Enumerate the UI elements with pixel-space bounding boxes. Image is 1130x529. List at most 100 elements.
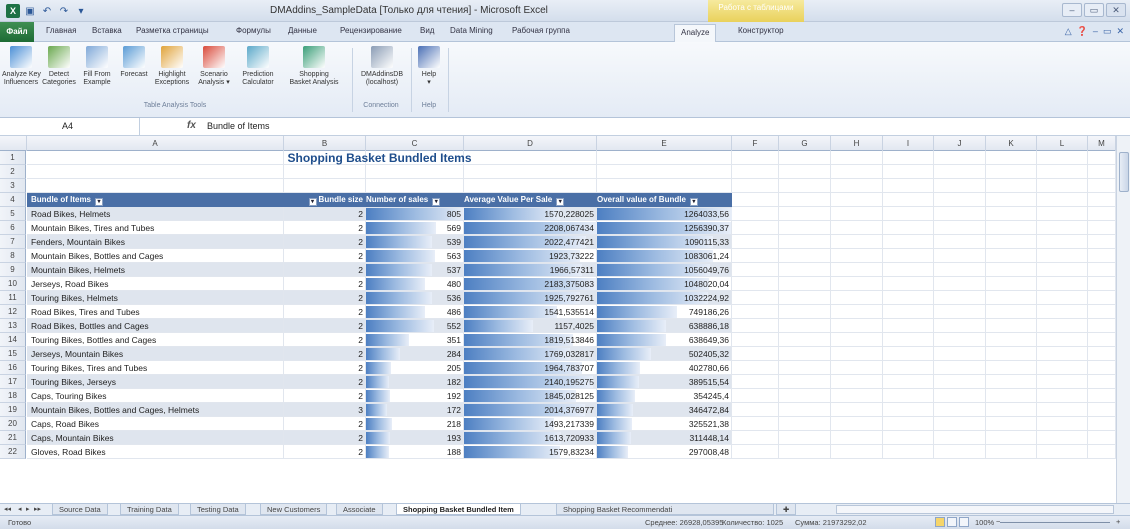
cell[interactable]: [831, 375, 883, 389]
doc-minimize-icon[interactable]: –: [1093, 26, 1098, 37]
cell[interactable]: [986, 277, 1037, 291]
table-cell-average[interactable]: 2140,195275: [464, 375, 597, 389]
cell[interactable]: [986, 319, 1037, 333]
table-cell-overall[interactable]: 638649,36: [597, 333, 732, 347]
cell[interactable]: [1037, 235, 1088, 249]
table-cell-sales[interactable]: 218: [366, 417, 464, 431]
cell[interactable]: [934, 389, 986, 403]
cell[interactable]: [1037, 361, 1088, 375]
cell[interactable]: [986, 165, 1037, 179]
cell[interactable]: [934, 305, 986, 319]
page-layout-view-icon[interactable]: [947, 517, 957, 527]
sheet-tab[interactable]: Associate: [336, 504, 383, 515]
cell[interactable]: [831, 431, 883, 445]
column-header-e[interactable]: E: [597, 136, 732, 151]
cell[interactable]: [883, 221, 934, 235]
restore-button[interactable]: ▭: [1084, 3, 1104, 17]
table-cell-average[interactable]: 1923,73222: [464, 249, 597, 263]
table-cell-size[interactable]: 2: [284, 347, 366, 361]
new-sheet-icon[interactable]: ✚: [776, 504, 797, 515]
minimize-ribbon-icon[interactable]: △: [1065, 26, 1072, 37]
cell[interactable]: [986, 151, 1037, 165]
cell[interactable]: [986, 333, 1037, 347]
cell[interactable]: [831, 207, 883, 221]
cell[interactable]: [831, 333, 883, 347]
cell[interactable]: [831, 249, 883, 263]
table-cell-bundle[interactable]: Touring Bikes, Bottles and Cages: [27, 333, 284, 347]
cell[interactable]: [934, 417, 986, 431]
cell[interactable]: [1037, 333, 1088, 347]
cell[interactable]: [934, 361, 986, 375]
tab-page-layout[interactable]: Разметка страницы: [136, 26, 209, 35]
row-header[interactable]: 6: [0, 221, 26, 235]
column-header-l[interactable]: L: [1037, 136, 1088, 151]
cell[interactable]: [1088, 291, 1116, 305]
sheet-tab[interactable]: Training Data: [120, 504, 179, 515]
table-cell-average[interactable]: 1845,028125: [464, 389, 597, 403]
table-cell-size[interactable]: 2: [284, 263, 366, 277]
table-cell-sales[interactable]: 537: [366, 263, 464, 277]
cell[interactable]: [732, 291, 779, 305]
column-header-m[interactable]: M: [1088, 136, 1116, 151]
row-header[interactable]: 21: [0, 431, 26, 445]
cell[interactable]: [883, 403, 934, 417]
table-cell-bundle[interactable]: Mountain Bikes, Helmets: [27, 263, 284, 277]
table-cell-size[interactable]: 2: [284, 417, 366, 431]
table-cell-size[interactable]: 2: [284, 445, 366, 459]
column-header-i[interactable]: I: [883, 136, 934, 151]
zoom-level[interactable]: 100%: [975, 518, 994, 527]
table-cell-size[interactable]: 2: [284, 389, 366, 403]
cell[interactable]: [831, 305, 883, 319]
row-header[interactable]: 20: [0, 417, 26, 431]
cell[interactable]: [934, 207, 986, 221]
cell[interactable]: [883, 179, 934, 193]
cell[interactable]: [831, 235, 883, 249]
help-icon[interactable]: ❓: [1077, 26, 1088, 37]
column-header-d[interactable]: D: [464, 136, 597, 151]
worksheet-grid[interactable]: A B C D E F G H I J K L M 1 Shopping Bask…: [0, 136, 1130, 503]
cell[interactable]: [986, 389, 1037, 403]
page-break-view-icon[interactable]: [959, 517, 969, 527]
cell[interactable]: [883, 263, 934, 277]
cell[interactable]: [831, 319, 883, 333]
cell[interactable]: [883, 291, 934, 305]
connection-button[interactable]: DMAddinsDB (localhost): [356, 46, 408, 87]
cell[interactable]: [883, 375, 934, 389]
cell[interactable]: [1037, 445, 1088, 459]
table-cell-overall[interactable]: 1032224,92: [597, 291, 732, 305]
table-cell-overall[interactable]: 297008,48: [597, 445, 732, 459]
table-cell-bundle[interactable]: Mountain Bikes, Bottles and Cages, Helme…: [27, 403, 284, 417]
table-header-cell[interactable]: ▾ Bundle size: [284, 193, 366, 207]
cell[interactable]: [732, 417, 779, 431]
table-cell-average[interactable]: 1966,57311: [464, 263, 597, 277]
cell[interactable]: [1088, 417, 1116, 431]
table-cell-average[interactable]: 1157,4025: [464, 319, 597, 333]
close-button[interactable]: ✕: [1106, 3, 1126, 17]
cell[interactable]: [732, 375, 779, 389]
cell[interactable]: [986, 431, 1037, 445]
cell[interactable]: [831, 445, 883, 459]
row-header[interactable]: 12: [0, 305, 26, 319]
cell[interactable]: [934, 277, 986, 291]
table-cell-size[interactable]: 2: [284, 291, 366, 305]
formula-input[interactable]: Bundle of Items: [207, 121, 270, 131]
cell[interactable]: [1088, 249, 1116, 263]
cell[interactable]: [883, 277, 934, 291]
cell[interactable]: [779, 193, 831, 207]
cell[interactable]: [732, 165, 779, 179]
minimize-button[interactable]: –: [1062, 3, 1082, 17]
table-cell-bundle[interactable]: Touring Bikes, Helmets: [27, 291, 284, 305]
cell[interactable]: [934, 263, 986, 277]
sheet-tab-active[interactable]: Shopping Basket Bundled Item: [396, 504, 521, 515]
table-cell-size[interactable]: 2: [284, 277, 366, 291]
sheet-tab[interactable]: New Customers: [260, 504, 328, 515]
table-cell-bundle[interactable]: Touring Bikes, Tires and Tubes: [27, 361, 284, 375]
cell[interactable]: [883, 305, 934, 319]
cell[interactable]: [831, 347, 883, 361]
table-cell-sales[interactable]: 805: [366, 207, 464, 221]
cell[interactable]: [831, 277, 883, 291]
name-box[interactable]: A4: [0, 118, 140, 135]
column-header-g[interactable]: G: [779, 136, 831, 151]
cell[interactable]: [1088, 361, 1116, 375]
table-cell-sales[interactable]: 569: [366, 221, 464, 235]
